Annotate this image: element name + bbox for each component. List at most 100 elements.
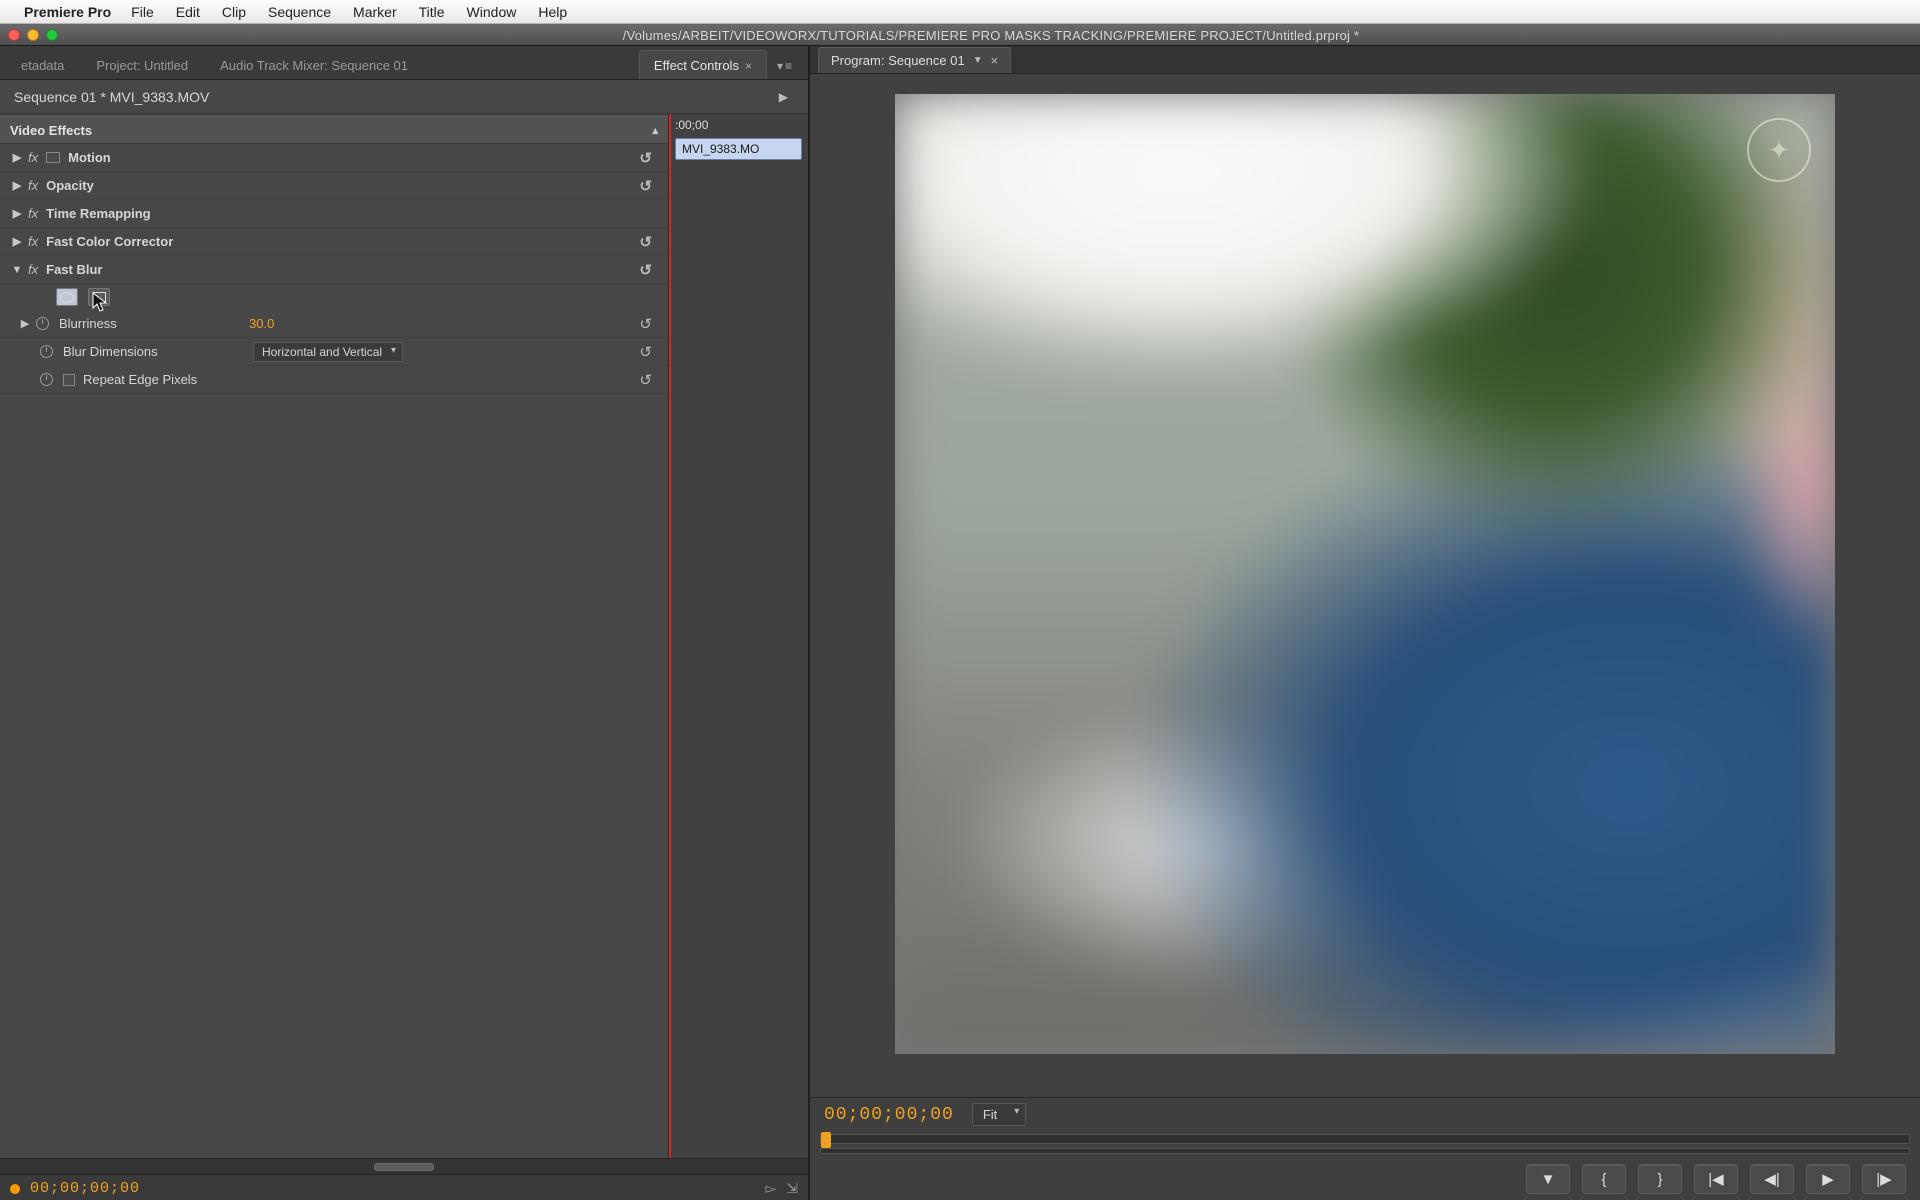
- go-to-in-button[interactable]: }: [1638, 1164, 1682, 1194]
- twirl-icon[interactable]: ▼: [10, 264, 24, 276]
- twirl-icon[interactable]: ▶: [18, 317, 32, 330]
- menu-file[interactable]: File: [131, 4, 154, 20]
- mask-rectangle-button[interactable]: [88, 288, 110, 306]
- panel-menu-icon[interactable]: ▾≡: [769, 53, 802, 79]
- timelane-playhead[interactable]: [669, 114, 671, 1158]
- twirl-icon[interactable]: ▶: [10, 151, 24, 164]
- timelane-timecode: :00;00: [669, 114, 808, 136]
- effect-tree: Video Effects ▴ ▶ fx Motion ↺ ▶ fx: [0, 114, 668, 1158]
- repeat-edge-label: Repeat Edge Pixels: [83, 372, 197, 387]
- stopwatch-icon[interactable]: [36, 317, 49, 330]
- prop-repeat-edge: Repeat Edge Pixels ↺: [0, 366, 668, 394]
- effect-label: Fast Color Corrector: [46, 234, 633, 249]
- reset-icon[interactable]: ↺: [633, 177, 658, 195]
- twirl-icon[interactable]: ▶: [10, 235, 24, 248]
- mask-shape-row: [0, 284, 668, 310]
- menu-marker[interactable]: Marker: [353, 4, 397, 20]
- fx-badge-icon: fx: [28, 206, 38, 221]
- close-tab-icon[interactable]: ×: [745, 59, 752, 73]
- tab-project[interactable]: Project: Untitled: [81, 50, 203, 79]
- effect-label: Time Remapping: [46, 206, 658, 221]
- effect-label: Opacity: [46, 178, 633, 193]
- stopwatch-icon[interactable]: [40, 345, 53, 358]
- transport-bar: ▼ { } |◀ ◀| ▶ |▶: [810, 1156, 1920, 1200]
- menu-window[interactable]: Window: [467, 4, 517, 20]
- window-close-button[interactable]: [8, 29, 20, 41]
- mark-out-button[interactable]: {: [1582, 1164, 1626, 1194]
- menu-help[interactable]: Help: [538, 4, 567, 20]
- tab-audio-mixer[interactable]: Audio Track Mixer: Sequence 01: [205, 50, 423, 79]
- tab-program-monitor[interactable]: Program: Sequence 01 ▼ ×: [818, 47, 1011, 73]
- app-name[interactable]: Premiere Pro: [24, 4, 111, 20]
- step-fwd-button[interactable]: |▶: [1862, 1164, 1906, 1194]
- video-effects-section[interactable]: Video Effects ▴: [0, 116, 668, 144]
- fx-badge-icon: fx: [28, 178, 38, 193]
- effect-motion[interactable]: ▶ fx Motion ↺: [0, 144, 668, 172]
- fx-badge-icon: fx: [28, 262, 38, 277]
- zoom-dropdown[interactable]: Fit: [972, 1103, 1026, 1126]
- effect-time-remapping[interactable]: ▶ fx Time Remapping: [0, 200, 668, 228]
- window-zoom-button[interactable]: [46, 29, 58, 41]
- reset-icon[interactable]: ↺: [633, 315, 658, 333]
- window-titlebar: /Volumes/ARBEIT/VIDEOWORX/TUTORIALS/PREM…: [0, 24, 1920, 46]
- show-timeline-icon[interactable]: ▶: [773, 90, 794, 104]
- play-button[interactable]: ▶: [1806, 1164, 1850, 1194]
- repeat-edge-checkbox[interactable]: [63, 374, 75, 386]
- effect-fast-blur[interactable]: ▼ fx Fast Blur ↺: [0, 256, 668, 284]
- effect-controls-panel: Sequence 01 * MVI_9383.MOV ▶ Video Effec…: [0, 80, 808, 1200]
- step-back-button[interactable]: ◀|: [1750, 1164, 1794, 1194]
- program-timecode[interactable]: 00;00;00;00: [824, 1105, 954, 1125]
- record-indicator-icon: [10, 1184, 20, 1194]
- blurriness-value[interactable]: 30.0: [249, 316, 274, 331]
- motion-bypass-box[interactable]: [46, 152, 60, 163]
- go-to-out-button[interactable]: |◀: [1694, 1164, 1738, 1194]
- program-scrub-track[interactable]: [820, 1134, 1910, 1144]
- effect-fast-color-corrector[interactable]: ▶ fx Fast Color Corrector ↺: [0, 228, 668, 256]
- twirl-icon[interactable]: ▶: [10, 179, 24, 192]
- prop-blur-dimensions: Blur Dimensions Horizontal and Vertical …: [0, 338, 668, 366]
- reset-icon[interactable]: ↺: [633, 233, 658, 251]
- program-playhead[interactable]: [821, 1132, 831, 1148]
- effect-label: Motion: [68, 150, 633, 165]
- window-minimize-button[interactable]: [27, 29, 39, 41]
- tab-metadata[interactable]: etadata: [6, 50, 79, 79]
- section-collapse-icon[interactable]: ▴: [652, 124, 658, 137]
- watermark-icon: ✦: [1747, 118, 1811, 182]
- menu-edit[interactable]: Edit: [176, 4, 200, 20]
- program-monitor-viewport[interactable]: ✦: [810, 74, 1920, 1097]
- reset-icon[interactable]: ↺: [633, 343, 658, 361]
- effect-footer-timecode[interactable]: 00;00;00;00: [30, 1180, 140, 1197]
- program-zoom-bar[interactable]: [820, 1148, 1910, 1154]
- window-title-path: /Volumes/ARBEIT/VIDEOWORX/TUTORIALS/PREM…: [70, 28, 1912, 43]
- blur-dimensions-dropdown[interactable]: Horizontal and Vertical: [253, 342, 403, 362]
- effect-opacity[interactable]: ▶ fx Opacity ↺: [0, 172, 668, 200]
- effect-controls-clip-header: Sequence 01 * MVI_9383.MOV: [14, 89, 209, 105]
- window-controls: [8, 29, 58, 41]
- twirl-icon[interactable]: ▶: [10, 207, 24, 220]
- fx-badge-icon: fx: [28, 150, 38, 165]
- tab-effect-controls[interactable]: Effect Controls×: [639, 50, 767, 79]
- sequence-dropdown-icon[interactable]: ▼: [973, 55, 983, 66]
- effect-timelane[interactable]: :00;00 MVI_9383.MO: [668, 114, 808, 1158]
- stopwatch-icon[interactable]: [40, 373, 53, 386]
- mask-ellipse-button[interactable]: [56, 288, 78, 306]
- effect-label: Fast Blur: [46, 262, 633, 277]
- menu-sequence[interactable]: Sequence: [268, 4, 331, 20]
- prop-label: Blur Dimensions: [63, 344, 253, 359]
- menu-clip[interactable]: Clip: [222, 4, 246, 20]
- reset-icon[interactable]: ↺: [633, 149, 658, 167]
- fx-badge-icon: fx: [28, 234, 38, 249]
- section-label: Video Effects: [10, 123, 92, 138]
- left-pane: etadata Project: Untitled Audio Track Mi…: [0, 46, 810, 1200]
- close-tab-icon[interactable]: ×: [991, 53, 999, 68]
- program-tabstrip: Program: Sequence 01 ▼ ×: [810, 46, 1920, 74]
- mark-in-button[interactable]: ▼: [1526, 1164, 1570, 1194]
- footer-icon-a[interactable]: ▻: [765, 1180, 776, 1197]
- menu-title[interactable]: Title: [419, 4, 445, 20]
- reset-icon[interactable]: ↺: [633, 371, 658, 389]
- timelane-clip-chip[interactable]: MVI_9383.MO: [675, 138, 802, 160]
- footer-icon-b[interactable]: ⇲: [786, 1180, 798, 1197]
- left-tabstrip: etadata Project: Untitled Audio Track Mi…: [0, 46, 808, 80]
- reset-icon[interactable]: ↺: [633, 261, 658, 279]
- effect-tree-scrollbar[interactable]: [0, 1158, 808, 1174]
